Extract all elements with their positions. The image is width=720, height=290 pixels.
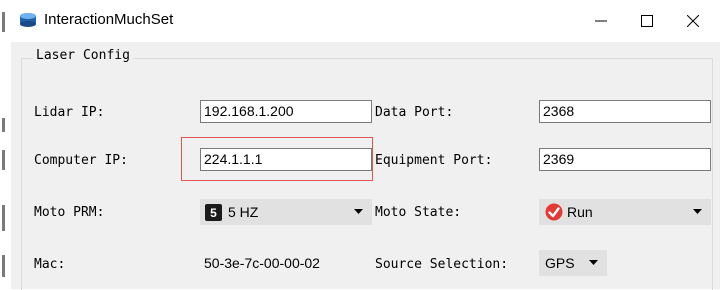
chevron-down-icon [589, 260, 598, 265]
desktop-edge [0, 0, 11, 289]
moto-state-dropdown[interactable]: Run [539, 199, 711, 225]
mac-label: Mac: [34, 257, 66, 272]
maximize-icon [641, 15, 653, 27]
close-button[interactable] [670, 0, 716, 42]
desktop-mark [2, 150, 5, 170]
mac-value: 50-3e-7c-00-00-02 [200, 252, 372, 275]
chevron-down-icon [693, 209, 702, 214]
moto-prm-dropdown[interactable]: 5 5 HZ [200, 199, 372, 225]
equipment-port-label: Equipment Port: [375, 153, 493, 168]
close-icon [687, 15, 699, 27]
moto-state-label: Moto State: [375, 205, 462, 220]
title-bar[interactable]: InteractionMuchSet [11, 0, 720, 42]
data-port-input[interactable]: 2368 [539, 100, 711, 123]
desktop-mark [2, 255, 5, 277]
minimize-button[interactable] [578, 0, 624, 42]
window-title: InteractionMuchSet [44, 11, 174, 28]
computer-ip-label: Computer IP: [34, 153, 128, 168]
source-selection-value: GPS [545, 255, 575, 271]
moto-prm-value: 5 HZ [228, 204, 259, 220]
desktop-mark [2, 205, 5, 231]
lidar-ip-input[interactable]: 192.168.1.200 [200, 100, 372, 123]
computer-ip-input[interactable]: 224.1.1.1 [200, 148, 372, 171]
app-window: InteractionMuchSet Laser Config Lidar IP… [11, 0, 720, 290]
desktop-mark [2, 12, 5, 32]
moto-state-value: Run [567, 204, 593, 220]
run-check-icon [545, 203, 563, 221]
moto-prm-label: Moto PRM: [34, 205, 105, 220]
desktop-mark [2, 118, 5, 132]
rate-badge-icon: 5 [205, 204, 222, 221]
group-title: Laser Config [33, 48, 133, 63]
minimize-icon [595, 20, 607, 22]
equipment-port-input[interactable]: 2369 [539, 148, 711, 171]
source-selection-label: Source Selection: [375, 257, 509, 272]
data-port-label: Data Port: [375, 105, 454, 120]
source-selection-dropdown[interactable]: GPS [539, 250, 607, 276]
app-icon [20, 13, 36, 27]
chevron-down-icon [354, 209, 363, 214]
lidar-ip-label: Lidar IP: [34, 105, 105, 120]
maximize-button[interactable] [624, 0, 670, 42]
